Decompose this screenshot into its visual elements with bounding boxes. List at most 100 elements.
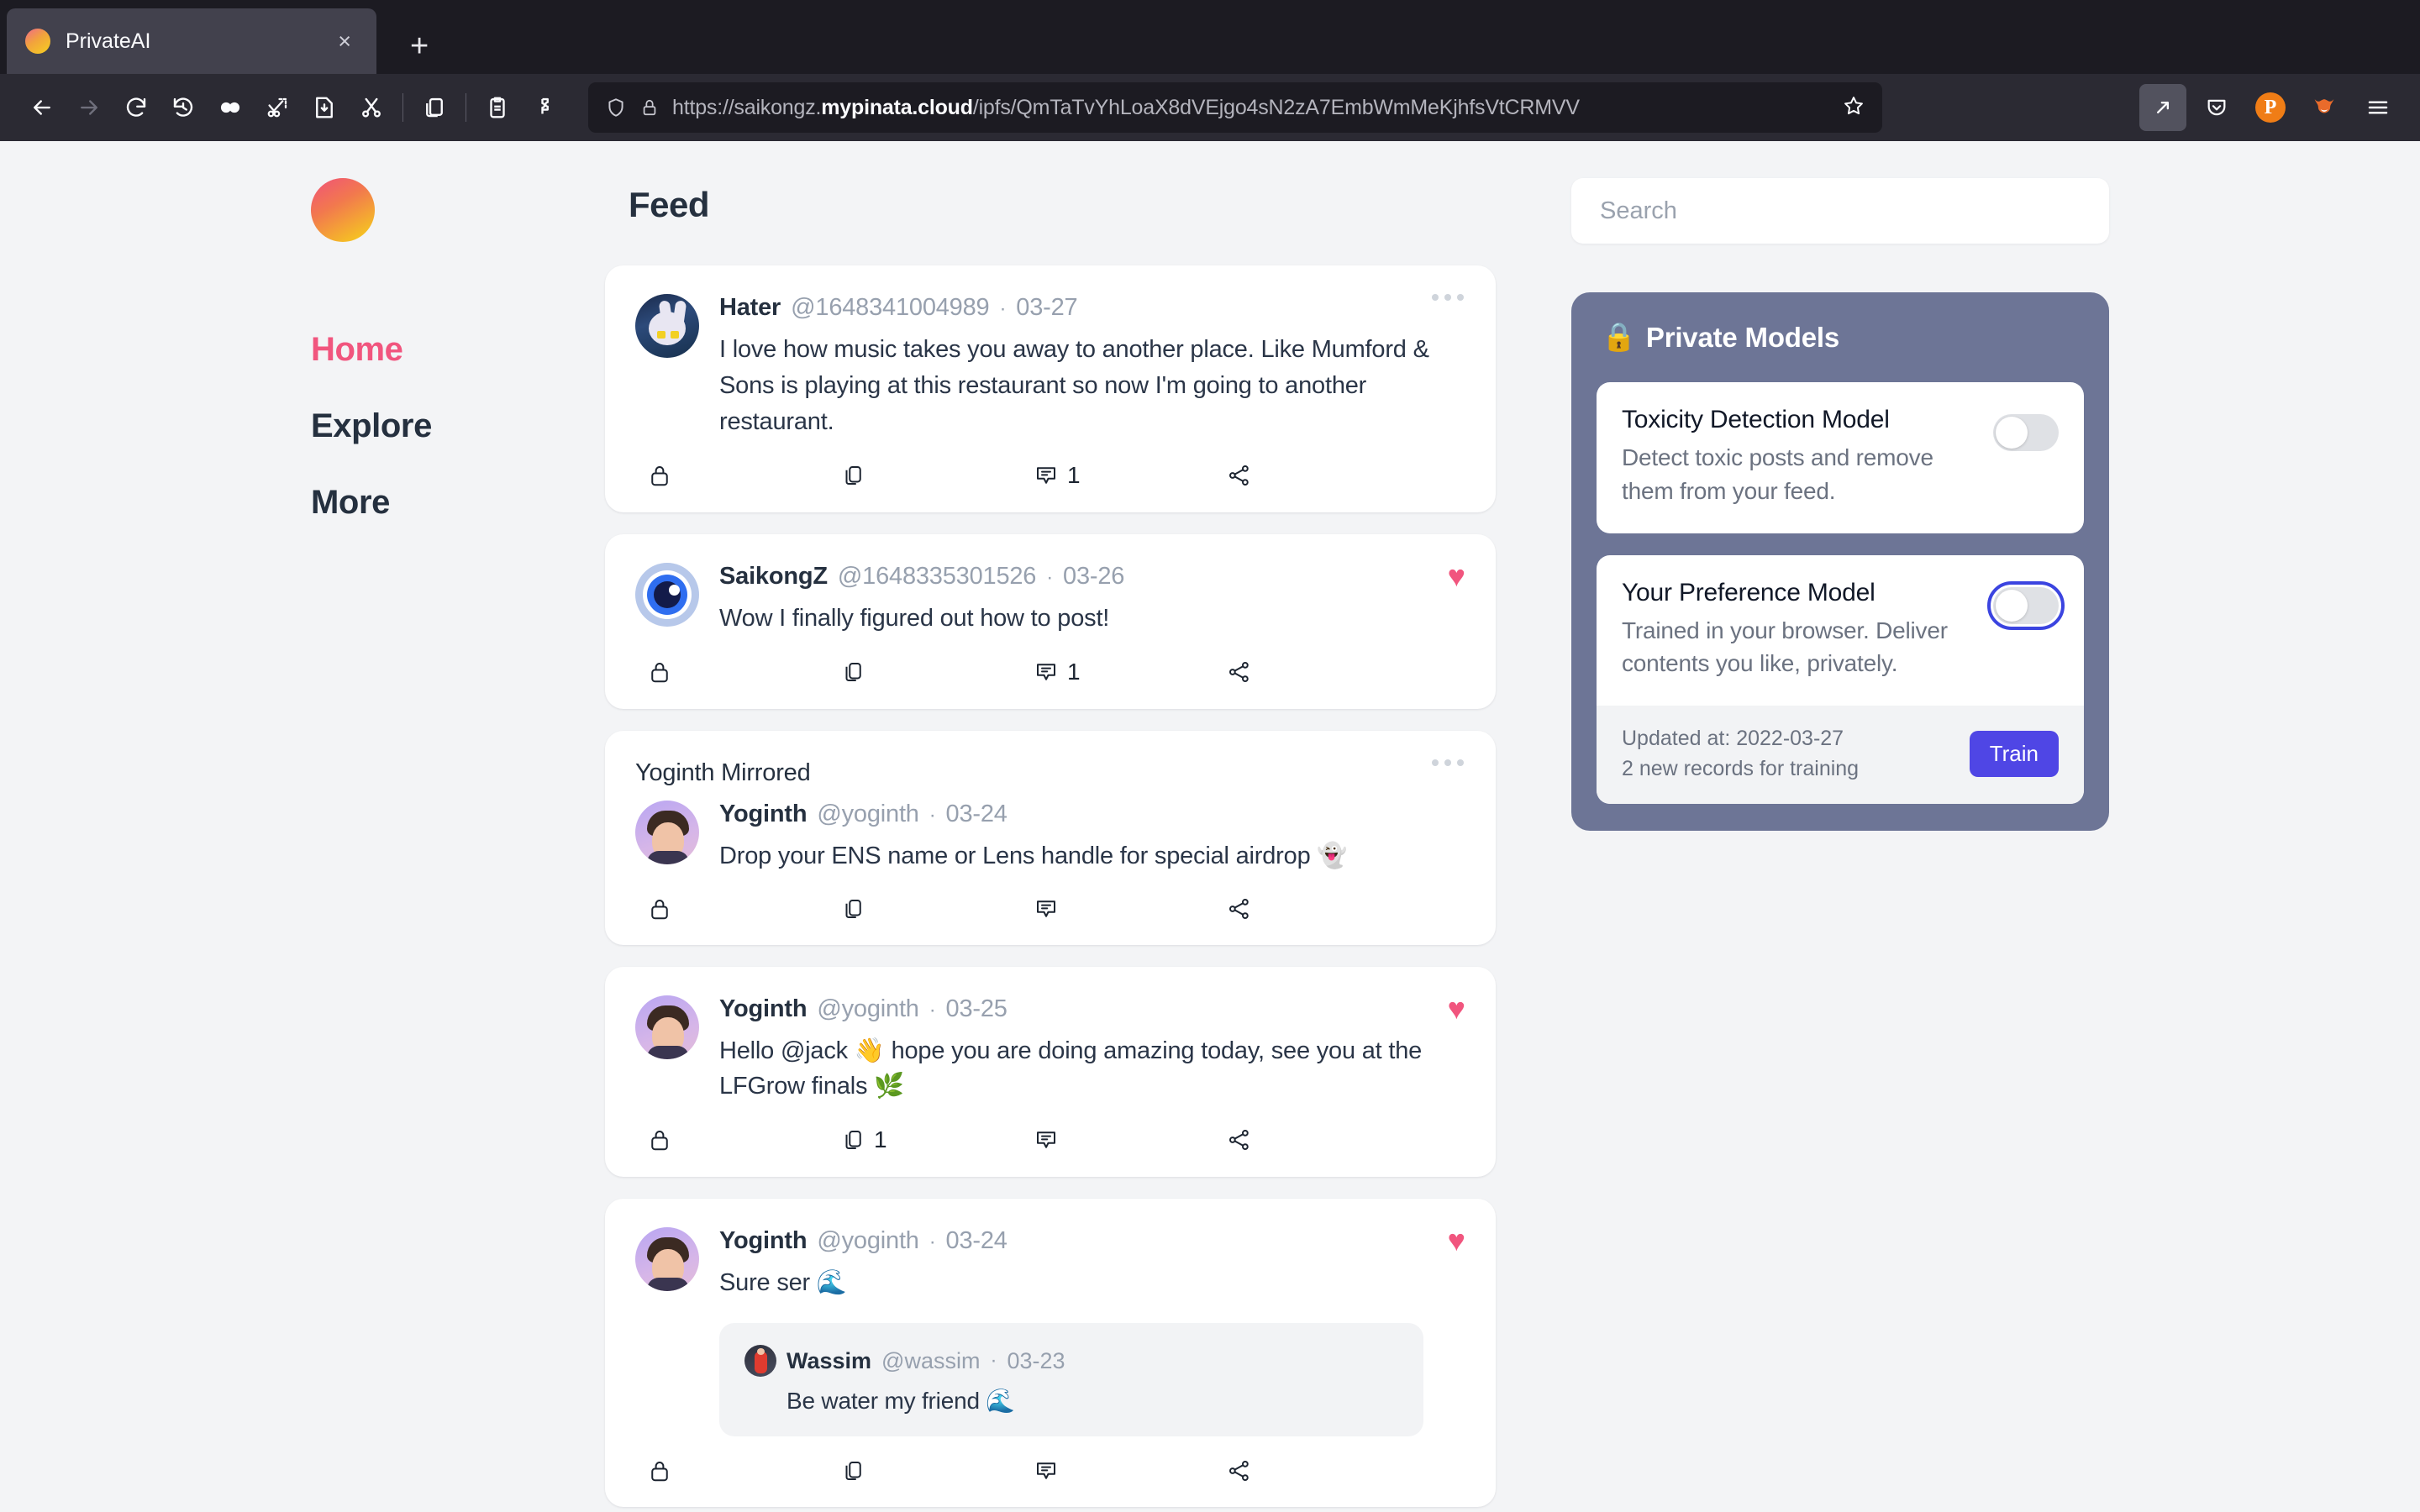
back-icon[interactable] xyxy=(18,84,66,131)
share-action[interactable] xyxy=(1227,1126,1420,1153)
post-actions: 1 xyxy=(635,462,1465,489)
model-card-toxicity: Toxicity Detection Model Detect toxic po… xyxy=(1597,382,2084,533)
model-description: Detect toxic posts and remove them from … xyxy=(1622,444,1933,504)
wassim-avatar[interactable] xyxy=(744,1345,776,1378)
private-models-panel: 🔒 Private Models Toxicity Detection Mode… xyxy=(1571,292,2109,831)
post-author-handle[interactable]: @1648335301526 xyxy=(838,563,1037,591)
comment-action[interactable]: 1 xyxy=(1034,462,1227,489)
cut-icon[interactable] xyxy=(348,84,395,131)
tab-strip: PrivateAI × + xyxy=(0,0,2420,74)
post-author-name[interactable]: Yoginth xyxy=(719,801,808,828)
sidebar-item-home[interactable]: Home xyxy=(311,331,605,369)
post-author-name[interactable]: SaikongZ xyxy=(719,563,828,591)
post-author-handle[interactable]: @1648341004989 xyxy=(791,294,990,322)
new-tab-button[interactable]: + xyxy=(398,25,440,74)
collect-action[interactable] xyxy=(647,1458,840,1483)
mirror-icon xyxy=(840,1127,865,1152)
forward-icon[interactable] xyxy=(66,84,113,131)
post-author-name[interactable]: Yoginth xyxy=(719,995,808,1023)
page-content: Home Explore More Feed Hater @16483410049… xyxy=(0,141,2420,1512)
post-author-handle[interactable]: @yoginth xyxy=(817,801,919,828)
toolbar-divider xyxy=(402,93,403,122)
comment-action[interactable] xyxy=(1034,1126,1227,1153)
post-card[interactable]: ♥ Yoginth @yoginth · 03-24 Sure ser 🌊 Wassim @w… xyxy=(605,1199,1496,1508)
share-action[interactable] xyxy=(1227,896,1420,921)
post-text: Drop your ENS name or Lens handle for sp… xyxy=(719,842,1348,869)
like-heart-icon[interactable]: ♥ xyxy=(1448,560,1465,591)
post-menu-icon[interactable] xyxy=(1432,294,1464,301)
hater-avatar[interactable] xyxy=(635,294,699,358)
model-meta: Updated at: 2022-03-27 2 new records for… xyxy=(1622,724,1859,784)
page-title: Feed xyxy=(629,185,710,224)
browser-window: PrivateAI × + https://saikongz.mypinata.… xyxy=(0,0,2420,1512)
post-author-handle[interactable]: @yoginth xyxy=(817,1227,919,1255)
quoted-post[interactable]: Wassim @wassim · 03-23 Be water my friend 🌊 xyxy=(719,1323,1423,1437)
save-page-icon[interactable] xyxy=(301,84,348,131)
post-author-name[interactable]: Hater xyxy=(719,294,781,322)
feed-list: Hater @1648341004989 · 03-27 I love how musi… xyxy=(605,265,1496,1508)
comment-action[interactable] xyxy=(1034,896,1227,921)
mirror-action[interactable]: 1 xyxy=(840,1126,1034,1153)
sidebar-item-explore[interactable]: Explore xyxy=(311,407,605,445)
mirror-action[interactable] xyxy=(840,1458,1034,1483)
quoted-author-handle: @wassim xyxy=(881,1347,981,1373)
bookmark-star-icon[interactable] xyxy=(1842,94,1865,122)
post-actions: 1 xyxy=(635,659,1465,685)
mirror-action[interactable] xyxy=(840,462,1034,489)
model-card-preference: Your Preference Model Trained in your br… xyxy=(1597,554,2084,804)
toxicity-model-toggle[interactable] xyxy=(1993,414,2059,451)
paste-icon[interactable] xyxy=(474,84,521,131)
collect-action[interactable] xyxy=(647,659,840,685)
search-input[interactable] xyxy=(1600,197,2081,225)
post-date: 03-24 xyxy=(945,800,1007,827)
collect-action[interactable] xyxy=(647,462,840,489)
collect-action[interactable] xyxy=(647,1126,840,1153)
share-action[interactable] xyxy=(1227,659,1420,685)
collect-icon xyxy=(647,1127,672,1152)
screenshot-scissors-icon[interactable] xyxy=(254,84,301,131)
preference-model-toggle[interactable] xyxy=(1987,580,2065,630)
post-card[interactable]: Hater @1648341004989 · 03-27 I love how musi… xyxy=(605,265,1496,512)
share-action[interactable] xyxy=(1227,462,1420,489)
extension-icon[interactable] xyxy=(521,84,568,131)
browser-tab[interactable]: PrivateAI × xyxy=(7,8,376,74)
collect-action[interactable] xyxy=(647,896,840,921)
reload-icon[interactable] xyxy=(113,84,160,131)
yoginth-avatar[interactable] xyxy=(635,995,699,1059)
firefox-icon[interactable] xyxy=(2301,84,2348,131)
infinity-icon[interactable] xyxy=(207,84,254,131)
address-bar[interactable]: https://saikongz.mypinata.cloud/ipfs/QmT… xyxy=(588,82,1882,133)
mirror-action[interactable] xyxy=(840,896,1034,921)
pocket-icon[interactable] xyxy=(2193,84,2240,131)
app-logo-icon[interactable] xyxy=(311,178,375,242)
pinata-icon[interactable]: P xyxy=(2247,84,2294,131)
comment-action[interactable]: 1 xyxy=(1034,659,1227,685)
post-card[interactable]: Yoginth Mirrored Yoginth @yoginth · 03-24 Dro… xyxy=(605,730,1496,945)
post-card[interactable]: ♥ SaikongZ @1648335301526 · 03-26 Wow I final… xyxy=(605,533,1496,709)
search-box[interactable] xyxy=(1571,178,2109,244)
expand-icon[interactable] xyxy=(2139,84,2186,131)
sidebar-item-more[interactable]: More xyxy=(311,484,605,522)
post-menu-icon[interactable] xyxy=(1432,759,1464,766)
shield-icon[interactable] xyxy=(605,97,627,118)
like-heart-icon[interactable]: ♥ xyxy=(1448,993,1465,1024)
mirror-action[interactable] xyxy=(840,659,1034,685)
saikongz-avatar[interactable] xyxy=(635,562,699,627)
menu-icon[interactable] xyxy=(2354,84,2402,131)
action-count: 1 xyxy=(1067,461,1081,488)
yoginth-avatar[interactable] xyxy=(635,1227,699,1292)
share-action[interactable] xyxy=(1227,1458,1420,1483)
comment-action[interactable] xyxy=(1034,1458,1227,1483)
train-button[interactable]: Train xyxy=(1969,731,2059,777)
close-icon[interactable]: × xyxy=(331,27,358,56)
url-text: https://saikongz.mypinata.cloud/ipfs/QmT… xyxy=(672,95,1580,119)
comment-icon xyxy=(1034,896,1059,921)
lock-icon[interactable] xyxy=(640,98,659,117)
post-author-handle[interactable]: @yoginth xyxy=(817,995,919,1023)
copy-icon[interactable] xyxy=(411,84,458,131)
post-author-name[interactable]: Yoginth xyxy=(719,1227,808,1255)
history-icon[interactable] xyxy=(160,84,207,131)
yoginth-avatar[interactable] xyxy=(635,800,699,864)
post-card[interactable]: ♥ Yoginth @yoginth · 03-25 Hello @jack 👋 hope… xyxy=(605,966,1496,1178)
like-heart-icon[interactable]: ♥ xyxy=(1448,1226,1465,1256)
